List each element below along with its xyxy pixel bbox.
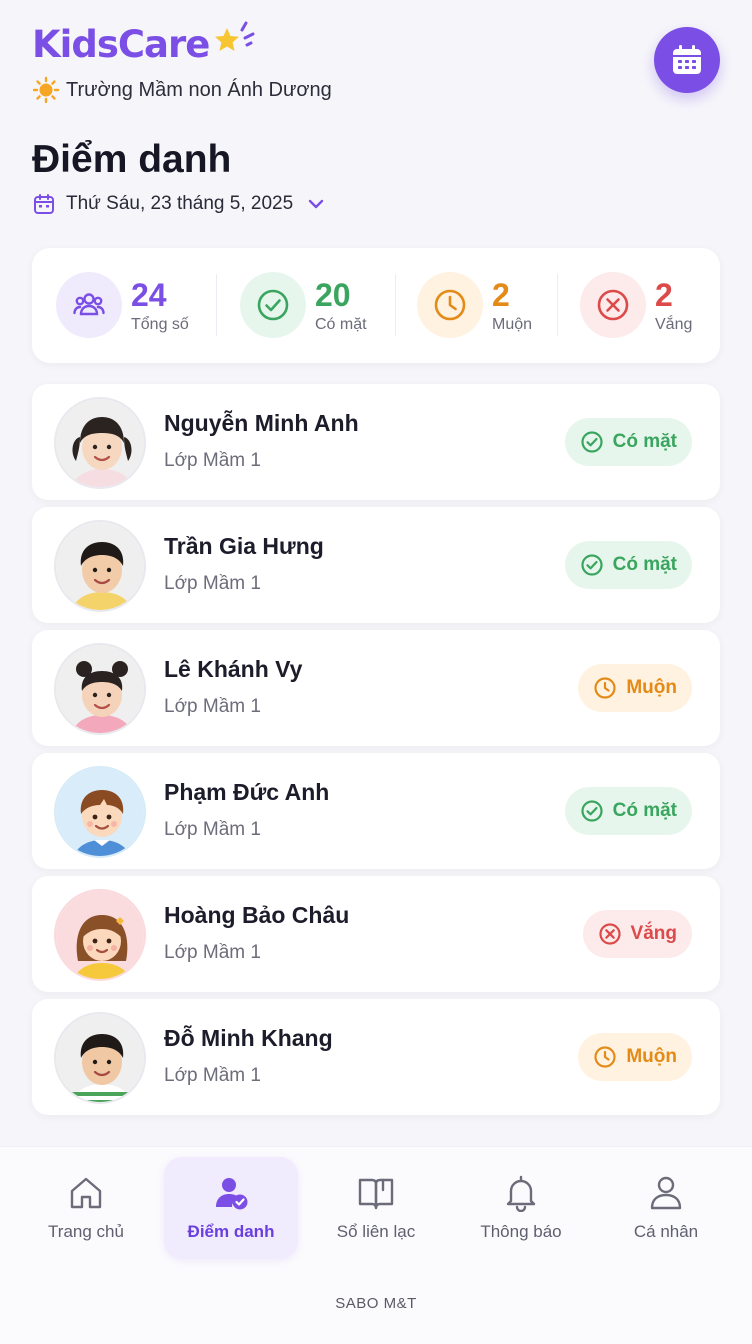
student-class: Lớp Mầm 1 <box>164 450 261 471</box>
clock-icon <box>594 677 616 699</box>
stat-label: Muộn <box>492 316 533 333</box>
calendar-button[interactable] <box>654 27 720 93</box>
stat-late: 2 Muộn <box>417 272 532 338</box>
student-name: Nguyễn Minh Anh <box>164 410 359 436</box>
check-circle-icon <box>580 554 603 576</box>
page-title: Điểm danh <box>32 138 232 181</box>
clock-icon <box>417 272 483 338</box>
student-class: Lớp Mầm 1 <box>164 696 261 717</box>
book-icon <box>358 1178 394 1210</box>
divider <box>395 274 396 336</box>
nav-item-attendance[interactable]: Điểm danh <box>164 1157 298 1259</box>
avatar <box>54 889 146 981</box>
star-icon <box>209 20 265 64</box>
date-selector[interactable]: Thứ Sáu, 23 tháng 5, 2025 <box>32 192 325 216</box>
nav-item-profile[interactable]: Cá nhân <box>599 1157 733 1259</box>
student-card[interactable]: Đỗ Minh Khang Lớp Mầm 1 Muộn <box>32 999 720 1115</box>
stat-value: 2 <box>655 277 673 313</box>
student-name: Lê Khánh Vy <box>164 656 303 682</box>
status-badge[interactable]: Vắng <box>582 910 692 958</box>
user-check-icon <box>216 1178 248 1210</box>
avatar <box>54 766 146 858</box>
nav-label: Cá nhân <box>633 1222 699 1241</box>
stat-value: 2 <box>492 277 510 313</box>
student-class: Lớp Mầm 1 <box>164 573 261 594</box>
divider <box>557 274 558 336</box>
student-name: Trần Gia Hưng <box>164 533 324 559</box>
nav-item-notifications[interactable]: Thông báo <box>454 1157 588 1259</box>
nav-item-contact-book[interactable]: Sổ liên lạc <box>309 1157 443 1259</box>
avatar <box>54 643 146 735</box>
divider <box>216 274 217 336</box>
student-card[interactable]: Trần Gia Hưng Lớp Mầm 1 Có mặt <box>32 507 720 623</box>
student-class: Lớp Mầm 1 <box>164 1065 261 1086</box>
stat-present: 20 Có mặt <box>240 272 367 338</box>
nav-label: Điểm danh <box>187 1222 275 1241</box>
status-badge[interactable]: Có mặt <box>564 418 692 466</box>
check-circle-icon <box>240 272 306 338</box>
school-row: Trường Mầm non Ánh Dương <box>32 76 720 104</box>
school-name: Trường Mầm non Ánh Dương <box>66 78 332 101</box>
student-card[interactable]: Hoàng Bảo Châu Lớp Mầm 1 Vắng <box>32 876 720 992</box>
student-name: Hoàng Bảo Châu <box>164 902 350 928</box>
footer-brand: SABO M&T <box>335 1295 417 1312</box>
nav-label: Trang chủ <box>48 1222 124 1241</box>
stat-absent: 2 Vắng <box>580 272 692 338</box>
student-card[interactable]: Lê Khánh Vy Lớp Mầm 1 Muộn <box>32 630 720 746</box>
student-name: Đỗ Minh Khang <box>164 1025 333 1051</box>
avatar <box>54 520 146 612</box>
nav-label: Sổ liên lạc <box>336 1222 416 1241</box>
stat-label: Có mặt <box>315 316 367 333</box>
user-icon <box>650 1176 682 1210</box>
app-header: KidsCare Trường Mầm non Ánh Dương <box>32 20 720 120</box>
app-logo: KidsCare <box>32 20 720 70</box>
avatar <box>54 1012 146 1104</box>
student-name: Phạm Đức Anh <box>164 779 330 805</box>
stat-total: 24 Tổng số <box>56 272 189 338</box>
status-label: Có mặt <box>612 800 677 821</box>
stats-summary: 24 Tổng số 20 Có mặt 2 Muộn 2 Vắng <box>32 248 720 363</box>
status-badge[interactable]: Có mặt <box>564 787 692 835</box>
student-class: Lớp Mầm 1 <box>164 819 261 840</box>
student-class: Lớp Mầm 1 <box>164 942 261 963</box>
status-label: Có mặt <box>612 431 677 452</box>
stat-value: 24 <box>131 277 167 313</box>
clock-icon <box>594 1046 616 1068</box>
avatar <box>54 397 146 489</box>
status-label: Muộn <box>626 1046 677 1067</box>
bell-icon <box>506 1175 536 1212</box>
x-circle-icon <box>598 923 621 945</box>
nav-label: Thông báo <box>480 1222 562 1241</box>
status-label: Vắng <box>630 923 677 944</box>
home-icon <box>70 1177 102 1209</box>
status-badge[interactable]: Muộn <box>578 664 692 712</box>
logo-text: KidsCare <box>32 23 210 66</box>
calendar-icon <box>673 45 701 74</box>
student-card[interactable]: Phạm Đức Anh Lớp Mầm 1 Có mặt <box>32 753 720 869</box>
status-badge[interactable]: Muộn <box>578 1033 692 1081</box>
check-circle-icon <box>580 431 603 453</box>
date-text: Thứ Sáu, 23 tháng 5, 2025 <box>66 193 294 214</box>
student-card[interactable]: Nguyễn Minh Anh Lớp Mầm 1 Có mặt <box>32 384 720 500</box>
x-circle-icon <box>580 272 646 338</box>
calendar-icon <box>34 194 54 214</box>
nav-item-home[interactable]: Trang chủ <box>19 1157 153 1259</box>
status-label: Có mặt <box>612 554 677 575</box>
bottom-navigation: Trang chủ Điểm danh Sổ liên lạc Thông bá… <box>0 1146 752 1344</box>
sun-icon <box>32 76 60 104</box>
status-badge[interactable]: Có mặt <box>564 541 692 589</box>
stat-label: Tổng số <box>131 316 189 333</box>
status-label: Muộn <box>626 677 677 698</box>
stat-value: 20 <box>315 277 351 313</box>
check-circle-icon <box>580 800 603 822</box>
users-icon <box>56 272 122 338</box>
chevron-down-icon <box>308 199 324 209</box>
stat-label: Vắng <box>655 316 693 333</box>
